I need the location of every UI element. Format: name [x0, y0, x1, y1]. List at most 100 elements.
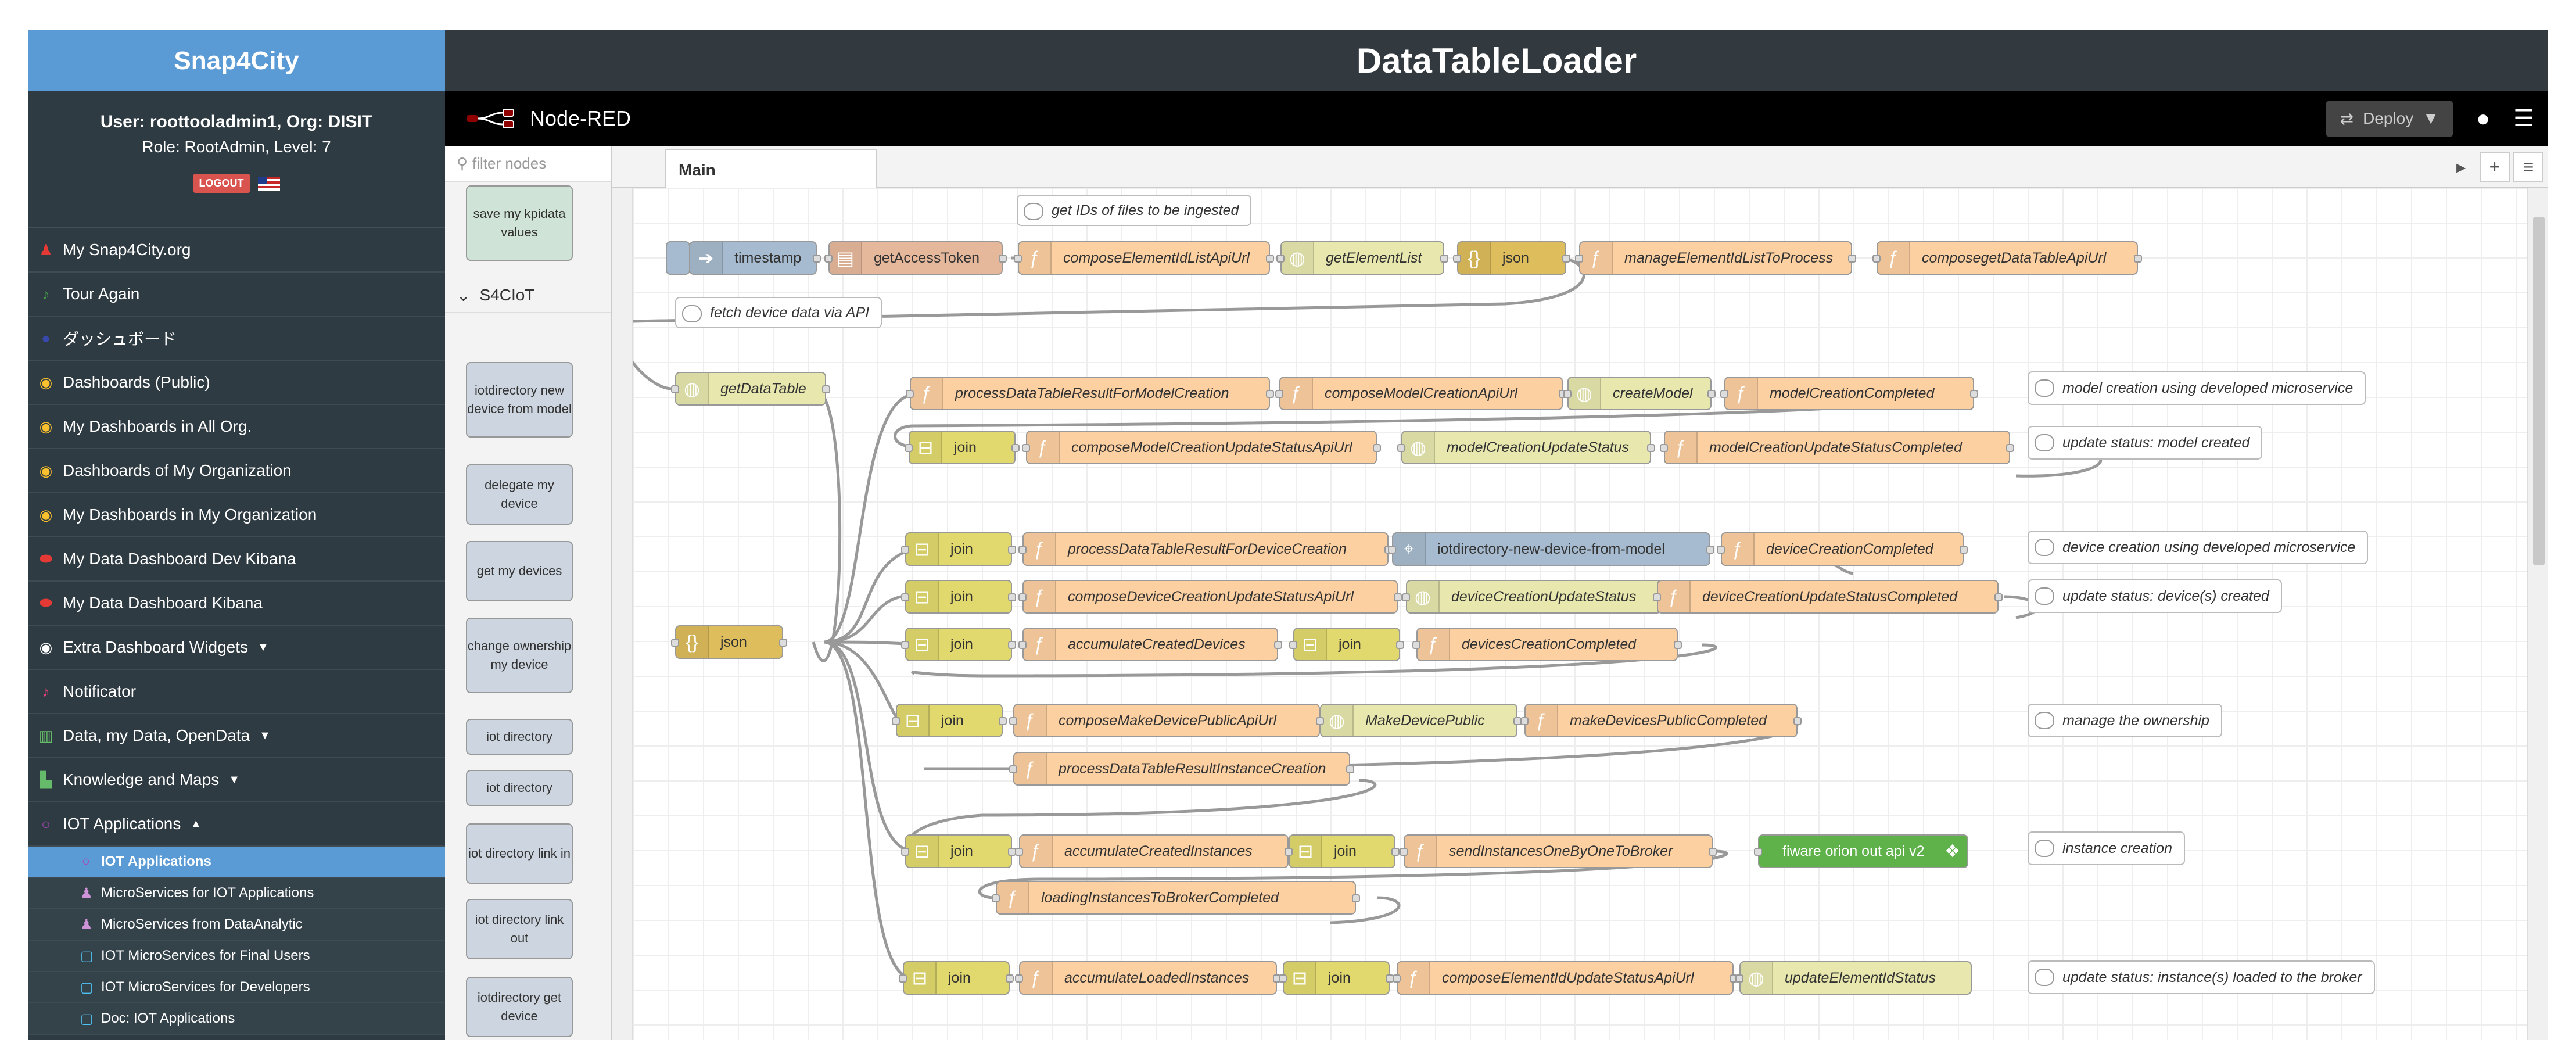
node-devicesCreationCompleted[interactable]: ƒ devicesCreationCompleted — [1412, 628, 1682, 661]
node-accumulateLoadedInstances[interactable]: ƒ accumulateLoadedInstances — [1015, 961, 1281, 995]
flag-icon[interactable] — [257, 176, 280, 191]
node-join[interactable]: ⊟ join — [1279, 961, 1394, 995]
menu-item[interactable]: ▥ Data, my Data, OpenData ▼ — [28, 714, 445, 758]
node-composeModelCreationUpdateStatusApiUrl[interactable]: ƒ composeModelCreationUpdateStatusApiUrl — [1022, 431, 1381, 464]
tab-scroll-right-icon[interactable]: ▸ — [2446, 152, 2476, 182]
tab-main[interactable]: Main — [665, 149, 877, 189]
node-makeDevicesPublicCompleted[interactable]: ƒ makeDevicesPublicCompleted — [1520, 704, 1802, 737]
node-modelCreationUpdateStatusCompleted[interactable]: ƒ modelCreationUpdateStatusCompleted — [1660, 431, 2014, 464]
comment-node[interactable]: update status: model created — [2028, 426, 2263, 460]
menu-item[interactable]: ◉ Dashboards of My Organization — [28, 449, 445, 493]
node-join[interactable]: ⊟ join — [901, 834, 1016, 868]
node-accumulateCreatedDevices[interactable]: ƒ accumulateCreatedDevices — [1018, 628, 1282, 661]
node-processDataTableResultForDeviceCreation[interactable]: ƒ processDataTableResultForDeviceCreation — [1018, 532, 1393, 566]
menu-item[interactable]: ⬬ My Data Dashboard Dev Kibana — [28, 537, 445, 582]
palette-node-save-kpidata[interactable]: save my kpidata values — [466, 185, 573, 261]
node-loadingInstancesToBrokerCompleted[interactable]: ƒ loadingInstancesToBrokerCompleted — [992, 881, 1360, 915]
deploy-dropdown-icon[interactable]: ▼ — [2423, 109, 2439, 128]
node-join[interactable]: ⊟ join — [905, 431, 1020, 464]
node-updateElementIdStatus[interactable]: ◍ updateElementIdStatus — [1735, 961, 1972, 995]
node-getElementList[interactable]: ◍ getElementList — [1276, 241, 1448, 275]
node-getDataTable[interactable]: ◍ getDataTable — [671, 372, 830, 406]
node-join[interactable]: ⊟ join — [901, 628, 1016, 661]
menu-item[interactable]: ◉ Dashboards (Public) — [28, 361, 445, 405]
workspace-vertical-scrollbar[interactable] — [2527, 188, 2548, 1040]
menu-item[interactable]: ♟ My Snap4City.org — [28, 228, 445, 273]
node-composeMakeDevicePublicApiUrl[interactable]: ƒ composeMakeDevicePublicApiUrl — [1009, 704, 1324, 737]
menu-item[interactable]: ♪ Notificator — [28, 670, 445, 714]
chevron-up-icon[interactable]: ▲ — [190, 818, 202, 831]
palette-node-iotdirectory-new-device[interactable]: iotdirectory new device from model — [466, 362, 573, 438]
node-join[interactable]: ⊟ join — [1289, 628, 1404, 661]
comment-node[interactable]: update status: instance(s) loaded to the… — [2028, 960, 2375, 994]
submenu-item[interactable]: ♟ MicroServices from DataAnalytic — [28, 909, 445, 941]
node-processDataTableResultForModelCreation[interactable]: ƒ processDataTableResultForModelCreation — [906, 377, 1274, 410]
node-manageElementIdListToProcess[interactable]: ƒ manageElementIdListToProcess — [1575, 241, 1856, 275]
node-join[interactable]: ⊟ join — [1285, 834, 1400, 868]
node-modelCreationUpdateStatus[interactable]: ◍ modelCreationUpdateStatus — [1397, 431, 1655, 464]
menu-item[interactable]: ▙ Knowledge and Maps ▼ — [28, 758, 445, 802]
palette-node-delegate-device[interactable]: delegate my device — [466, 464, 573, 525]
node-join[interactable]: ⊟ join — [892, 704, 1007, 737]
palette-node-get-devices[interactable]: get my devices — [466, 541, 573, 601]
chevron-down-icon[interactable]: ▼ — [259, 729, 271, 743]
node-createModel[interactable]: ◍ createModel — [1563, 377, 1716, 410]
add-tab-icon[interactable]: + — [2480, 152, 2510, 182]
node-composeModelCreationApiUrl[interactable]: ƒ composeModelCreationApiUrl — [1275, 377, 1567, 410]
deploy-button[interactable]: ⇄ Deploy ▼ — [2326, 101, 2453, 137]
menu-icon[interactable]: ☰ — [2513, 105, 2534, 132]
logout-button[interactable]: LOGOUT — [193, 174, 250, 193]
node-fiware-orion-out-api-v2[interactable]: fiware orion out api v2 ❖ — [1754, 834, 1968, 868]
node-deviceCreationUpdateStatus[interactable]: ◍ deviceCreationUpdateStatus — [1402, 580, 1666, 614]
snap4city-title[interactable]: Snap4City — [28, 30, 445, 91]
node-getAccessToken[interactable]: ▤ getAccessToken — [824, 241, 1007, 275]
inject-button[interactable] — [666, 241, 690, 275]
palette-node-change-ownership[interactable]: change ownership my device — [466, 618, 573, 693]
palette-node-iotdirectory-get-device[interactable]: iotdirectory get device — [466, 977, 573, 1037]
node-composegetDataTableApiUrl[interactable]: ƒ composegetDataTableApiUrl — [1872, 241, 2142, 275]
flow-workspace[interactable]: get IDs of files to be ingested fetch de… — [633, 188, 2527, 1040]
palette-node-iot-directory-in[interactable]: iot directory — [466, 719, 573, 755]
menu-item[interactable]: ◉ Extra Dashboard Widgets ▼ — [28, 626, 445, 670]
menu-item[interactable]: ○ IOT Applications ▲ — [28, 802, 445, 847]
comment-node[interactable]: device creation using developed microser… — [2028, 530, 2369, 564]
menu-item[interactable]: ● ダッシュボード — [28, 317, 445, 361]
comment-node[interactable]: instance creation — [2028, 831, 2186, 865]
chevron-down-icon[interactable]: ▼ — [228, 773, 240, 787]
node-json[interactable]: {} json — [671, 625, 787, 659]
chevron-down-icon[interactable]: ▼ — [257, 641, 269, 654]
comment-node[interactable]: manage the ownership — [2028, 704, 2222, 737]
node-processDataTableResultInstanceCreation[interactable]: ƒ processDataTableResultInstanceCreation — [1009, 752, 1354, 786]
comment-node[interactable]: model creation using developed microserv… — [2028, 371, 2366, 405]
submenu-item[interactable]: ▢ Doc: IOT Applications — [28, 1003, 445, 1035]
palette-category[interactable]: ⌄ S4CIoT — [445, 278, 611, 313]
node-deviceCreationCompleted[interactable]: ƒ deviceCreationCompleted — [1717, 532, 1968, 566]
palette-scrollbar[interactable] — [612, 188, 633, 1040]
node-join[interactable]: ⊟ join — [899, 961, 1014, 995]
comment-node[interactable]: get IDs of files to be ingested — [1017, 195, 1252, 226]
tab-list-icon[interactable]: ≡ — [2513, 152, 2543, 182]
menu-item[interactable]: ♪ Tour Again — [28, 273, 445, 317]
node-timestamp[interactable]: ➔ timestamp — [689, 241, 821, 275]
comment-node[interactable]: update status: device(s) created — [2028, 579, 2282, 613]
node-composeDeviceCreationUpdateStatusApiUrl[interactable]: ƒ composeDeviceCreationUpdateStatusApiUrl — [1018, 580, 1402, 614]
node-join[interactable]: ⊟ join — [901, 580, 1016, 614]
comment-node[interactable]: fetch device data via API — [675, 297, 882, 328]
submenu-item[interactable]: ▢ IOT MicroServices for Final Users — [28, 941, 445, 972]
menu-item[interactable]: ◉ My Dashboards in All Org. — [28, 405, 445, 449]
filter-nodes-input[interactable]: ⚲ filter nodes — [445, 146, 611, 182]
node-accumulateCreatedInstances[interactable]: ƒ accumulateCreatedInstances — [1015, 834, 1293, 868]
submenu-item[interactable]: ♟ MicroServices for IOT Applications — [28, 878, 445, 909]
submenu-item[interactable]: ○ IOT Applications — [28, 847, 445, 878]
palette-node-iot-directory-link-out[interactable]: iot directory link out — [466, 899, 573, 959]
submenu-item[interactable]: ▢ IOT MicroServices for Developers — [28, 972, 445, 1003]
menu-item[interactable]: ⬬ My Data Dashboard Kibana — [28, 582, 445, 626]
node-join[interactable]: ⊟ join — [901, 532, 1016, 566]
node-MakeDevicePublic[interactable]: ◍ MakeDevicePublic — [1316, 704, 1522, 737]
node-json[interactable]: {} json — [1453, 241, 1570, 275]
node-deviceCreationUpdateStatusCompleted[interactable]: ƒ deviceCreationUpdateStatusCompleted — [1653, 580, 2003, 614]
node-composeElementIdUpdateStatusApiUrl[interactable]: ƒ composeElementIdUpdateStatusApiUrl — [1393, 961, 1738, 995]
palette-node-iot-directory-link-in[interactable]: iot directory link in — [466, 823, 573, 884]
node-modelCreationCompleted[interactable]: ƒ modelCreationCompleted — [1720, 377, 1978, 410]
node-composeElementIdListApiUrl[interactable]: ƒ composeElementIdListApiUrl — [1014, 241, 1274, 275]
